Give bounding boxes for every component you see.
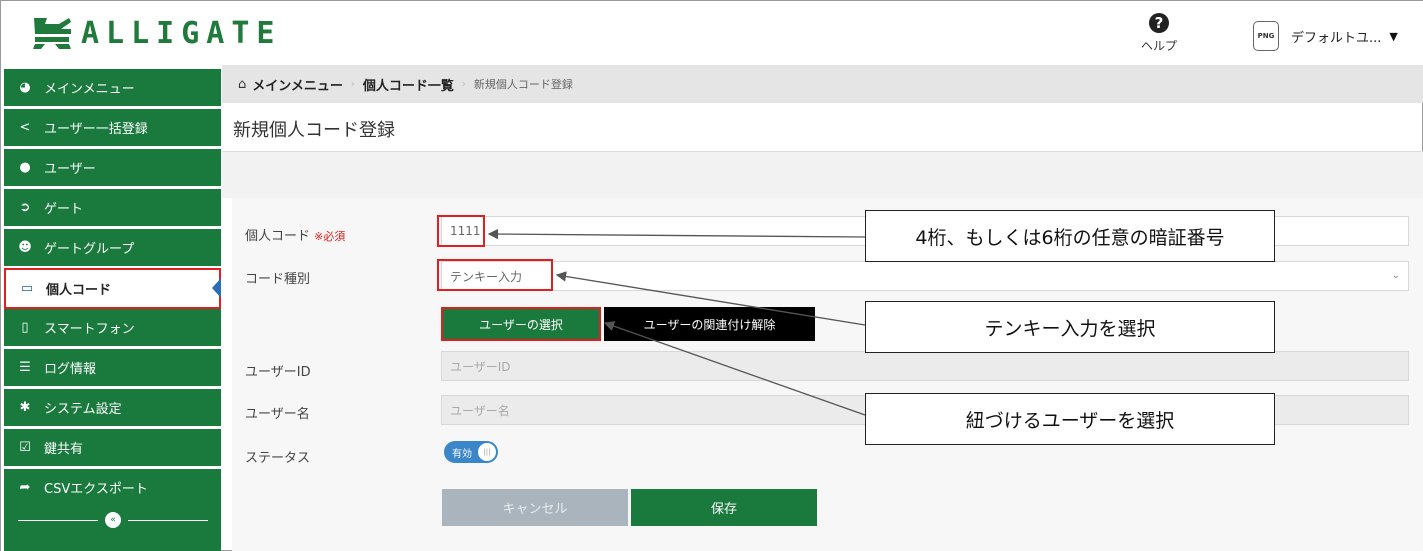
sidebar-item-label: CSVエクスポート bbox=[44, 482, 148, 497]
breadcrumb-code-list[interactable]: 個人コード一覧 bbox=[363, 75, 454, 94]
code-type-label: コード種別 bbox=[245, 272, 311, 287]
unlink-user-button[interactable]: ユーザーの関連付け解除 bbox=[604, 307, 815, 341]
list-icon: ☰ bbox=[19, 360, 31, 375]
breadcrumb-current: 新規個人コード登録 bbox=[473, 78, 573, 91]
collapse-sidebar-icon[interactable]: « bbox=[105, 512, 121, 528]
gear-icon: ✱ bbox=[19, 400, 31, 415]
status-toggle-text: 有効 bbox=[452, 448, 472, 460]
sidebar-item-users[interactable]: ● ユーザー bbox=[4, 149, 221, 186]
dashboard-icon: ◕ bbox=[19, 80, 31, 95]
sidebar-item-label: ユーザー一括登録 bbox=[44, 122, 148, 137]
sidebar-item-main-menu[interactable]: ◕ メインメニュー bbox=[4, 69, 221, 106]
user-name-label: ユーザー名 bbox=[245, 407, 310, 422]
active-indicator bbox=[212, 278, 221, 298]
user-name: デフォルトユ... bbox=[1291, 30, 1382, 46]
status-toggle[interactable]: 有効 ||| bbox=[444, 441, 498, 463]
cancel-button[interactable]: キャンセル bbox=[442, 489, 628, 526]
sidebar-collapse-area: « bbox=[4, 505, 221, 551]
sidebar-item-label: 個人コード bbox=[46, 283, 112, 298]
sidebar-item-label: ゲート bbox=[44, 202, 84, 217]
code-type-select[interactable]: テンキー入力 ⌄ bbox=[441, 261, 1409, 291]
home-icon: ⌂ bbox=[238, 76, 247, 92]
user-id-placeholder: ユーザーID bbox=[450, 359, 511, 374]
sidebar-item-label: ゲートグループ bbox=[44, 242, 135, 257]
breadcrumb-separator: › bbox=[350, 78, 355, 90]
sign-in-icon: ➲ bbox=[19, 200, 31, 215]
app-window: ALLIGATE ? ヘルプ PNG デフォルトユ... ▼ ◕ メインメニュー… bbox=[0, 0, 1423, 551]
code-label: 個人コード ※必須 bbox=[245, 225, 345, 244]
sidebar-item-log-info[interactable]: ☰ ログ情報 bbox=[4, 349, 221, 386]
sidebar-item-personal-code[interactable]: ▭ 個人コード bbox=[4, 268, 221, 309]
smartphone-icon: ▯ bbox=[21, 320, 29, 335]
callout-user: 紐づけるユーザーを選択 bbox=[865, 393, 1275, 445]
caret-down-icon: ▼ bbox=[1389, 29, 1398, 43]
sidebar-item-key-sharing[interactable]: ☑ 鍵共有 bbox=[4, 429, 221, 466]
code-highlight-box bbox=[437, 215, 485, 247]
checkbox-icon: ☑ bbox=[19, 440, 31, 455]
users-icon: ☻ bbox=[18, 240, 32, 255]
sidebar-item-label: システム設定 bbox=[44, 402, 122, 417]
user-id-field: ユーザーID bbox=[441, 351, 1409, 381]
breadcrumb-home[interactable]: メインメニュー bbox=[252, 75, 343, 94]
chevron-down-icon: ⌄ bbox=[1391, 270, 1400, 281]
callout-code: 4桁、もしくは6桁の任意の暗証番号 bbox=[865, 210, 1275, 262]
sidebar-item-label: ユーザー bbox=[44, 162, 96, 177]
sidebar-item-gate-groups[interactable]: ☻ ゲートグループ bbox=[4, 229, 221, 266]
user-menu[interactable]: PNG デフォルトユ... ▼ bbox=[1253, 21, 1398, 51]
code-label-text: 個人コード bbox=[245, 229, 311, 244]
sidebar-item-smartphone[interactable]: ▯ スマートフォン bbox=[4, 309, 221, 346]
section-band bbox=[222, 152, 1423, 198]
logo-text: ALLIGATE bbox=[81, 15, 282, 51]
select-user-button[interactable]: ユーザーの選択 bbox=[441, 307, 601, 341]
sidebar-item-label: メインメニュー bbox=[44, 82, 135, 97]
help-label: ヘルプ bbox=[1140, 39, 1177, 53]
help-button[interactable]: ? ヘルプ bbox=[1139, 13, 1179, 54]
sidebar-item-csv-export[interactable]: ➦ CSVエクスポート bbox=[4, 469, 221, 506]
callout-type: テンキー入力を選択 bbox=[865, 301, 1275, 353]
toggle-knob-icon: ||| bbox=[478, 443, 496, 461]
required-mark: ※必須 bbox=[314, 230, 346, 243]
top-header: ALLIGATE ? ヘルプ PNG デフォルトユ... ▼ bbox=[1, 1, 1423, 65]
save-button[interactable]: 保存 bbox=[631, 489, 817, 526]
sidebar-item-label: 鍵共有 bbox=[44, 442, 84, 457]
question-icon: ? bbox=[1149, 13, 1169, 33]
sidebar: ◕ メインメニュー < ユーザー一括登録 ● ユーザー ➲ ゲート ☻ ゲートグ… bbox=[1, 65, 221, 551]
sidebar-item-system-settings[interactable]: ✱ システム設定 bbox=[4, 389, 221, 426]
breadcrumb: ⌂ メインメニュー › 個人コード一覧 › 新規個人コード登録 bbox=[222, 65, 1423, 103]
user-id-label: ユーザーID bbox=[245, 365, 311, 380]
user-name-placeholder: ユーザー名 bbox=[450, 403, 510, 418]
type-highlight-box bbox=[437, 259, 553, 291]
credit-card-icon: ▭ bbox=[20, 281, 34, 296]
share-arrow-icon: ➦ bbox=[19, 480, 31, 495]
user-icon: ● bbox=[19, 160, 31, 175]
divider bbox=[18, 520, 98, 521]
sidebar-item-gates[interactable]: ➲ ゲート bbox=[4, 189, 221, 226]
alligate-logo[interactable]: ALLIGATE bbox=[31, 13, 282, 53]
sidebar-item-label: スマートフォン bbox=[44, 322, 135, 337]
sidebar-item-label: ログ情報 bbox=[44, 362, 97, 377]
status-label: ステータス bbox=[245, 451, 311, 466]
divider bbox=[128, 520, 208, 521]
avatar: PNG bbox=[1253, 21, 1279, 51]
breadcrumb-separator: › bbox=[461, 78, 466, 90]
page-title: 新規個人コード登録 bbox=[233, 120, 395, 141]
alligator-logo-icon bbox=[33, 18, 71, 49]
share-icon: < bbox=[19, 120, 31, 135]
sidebar-item-bulk-user-registration[interactable]: < ユーザー一括登録 bbox=[4, 109, 221, 146]
